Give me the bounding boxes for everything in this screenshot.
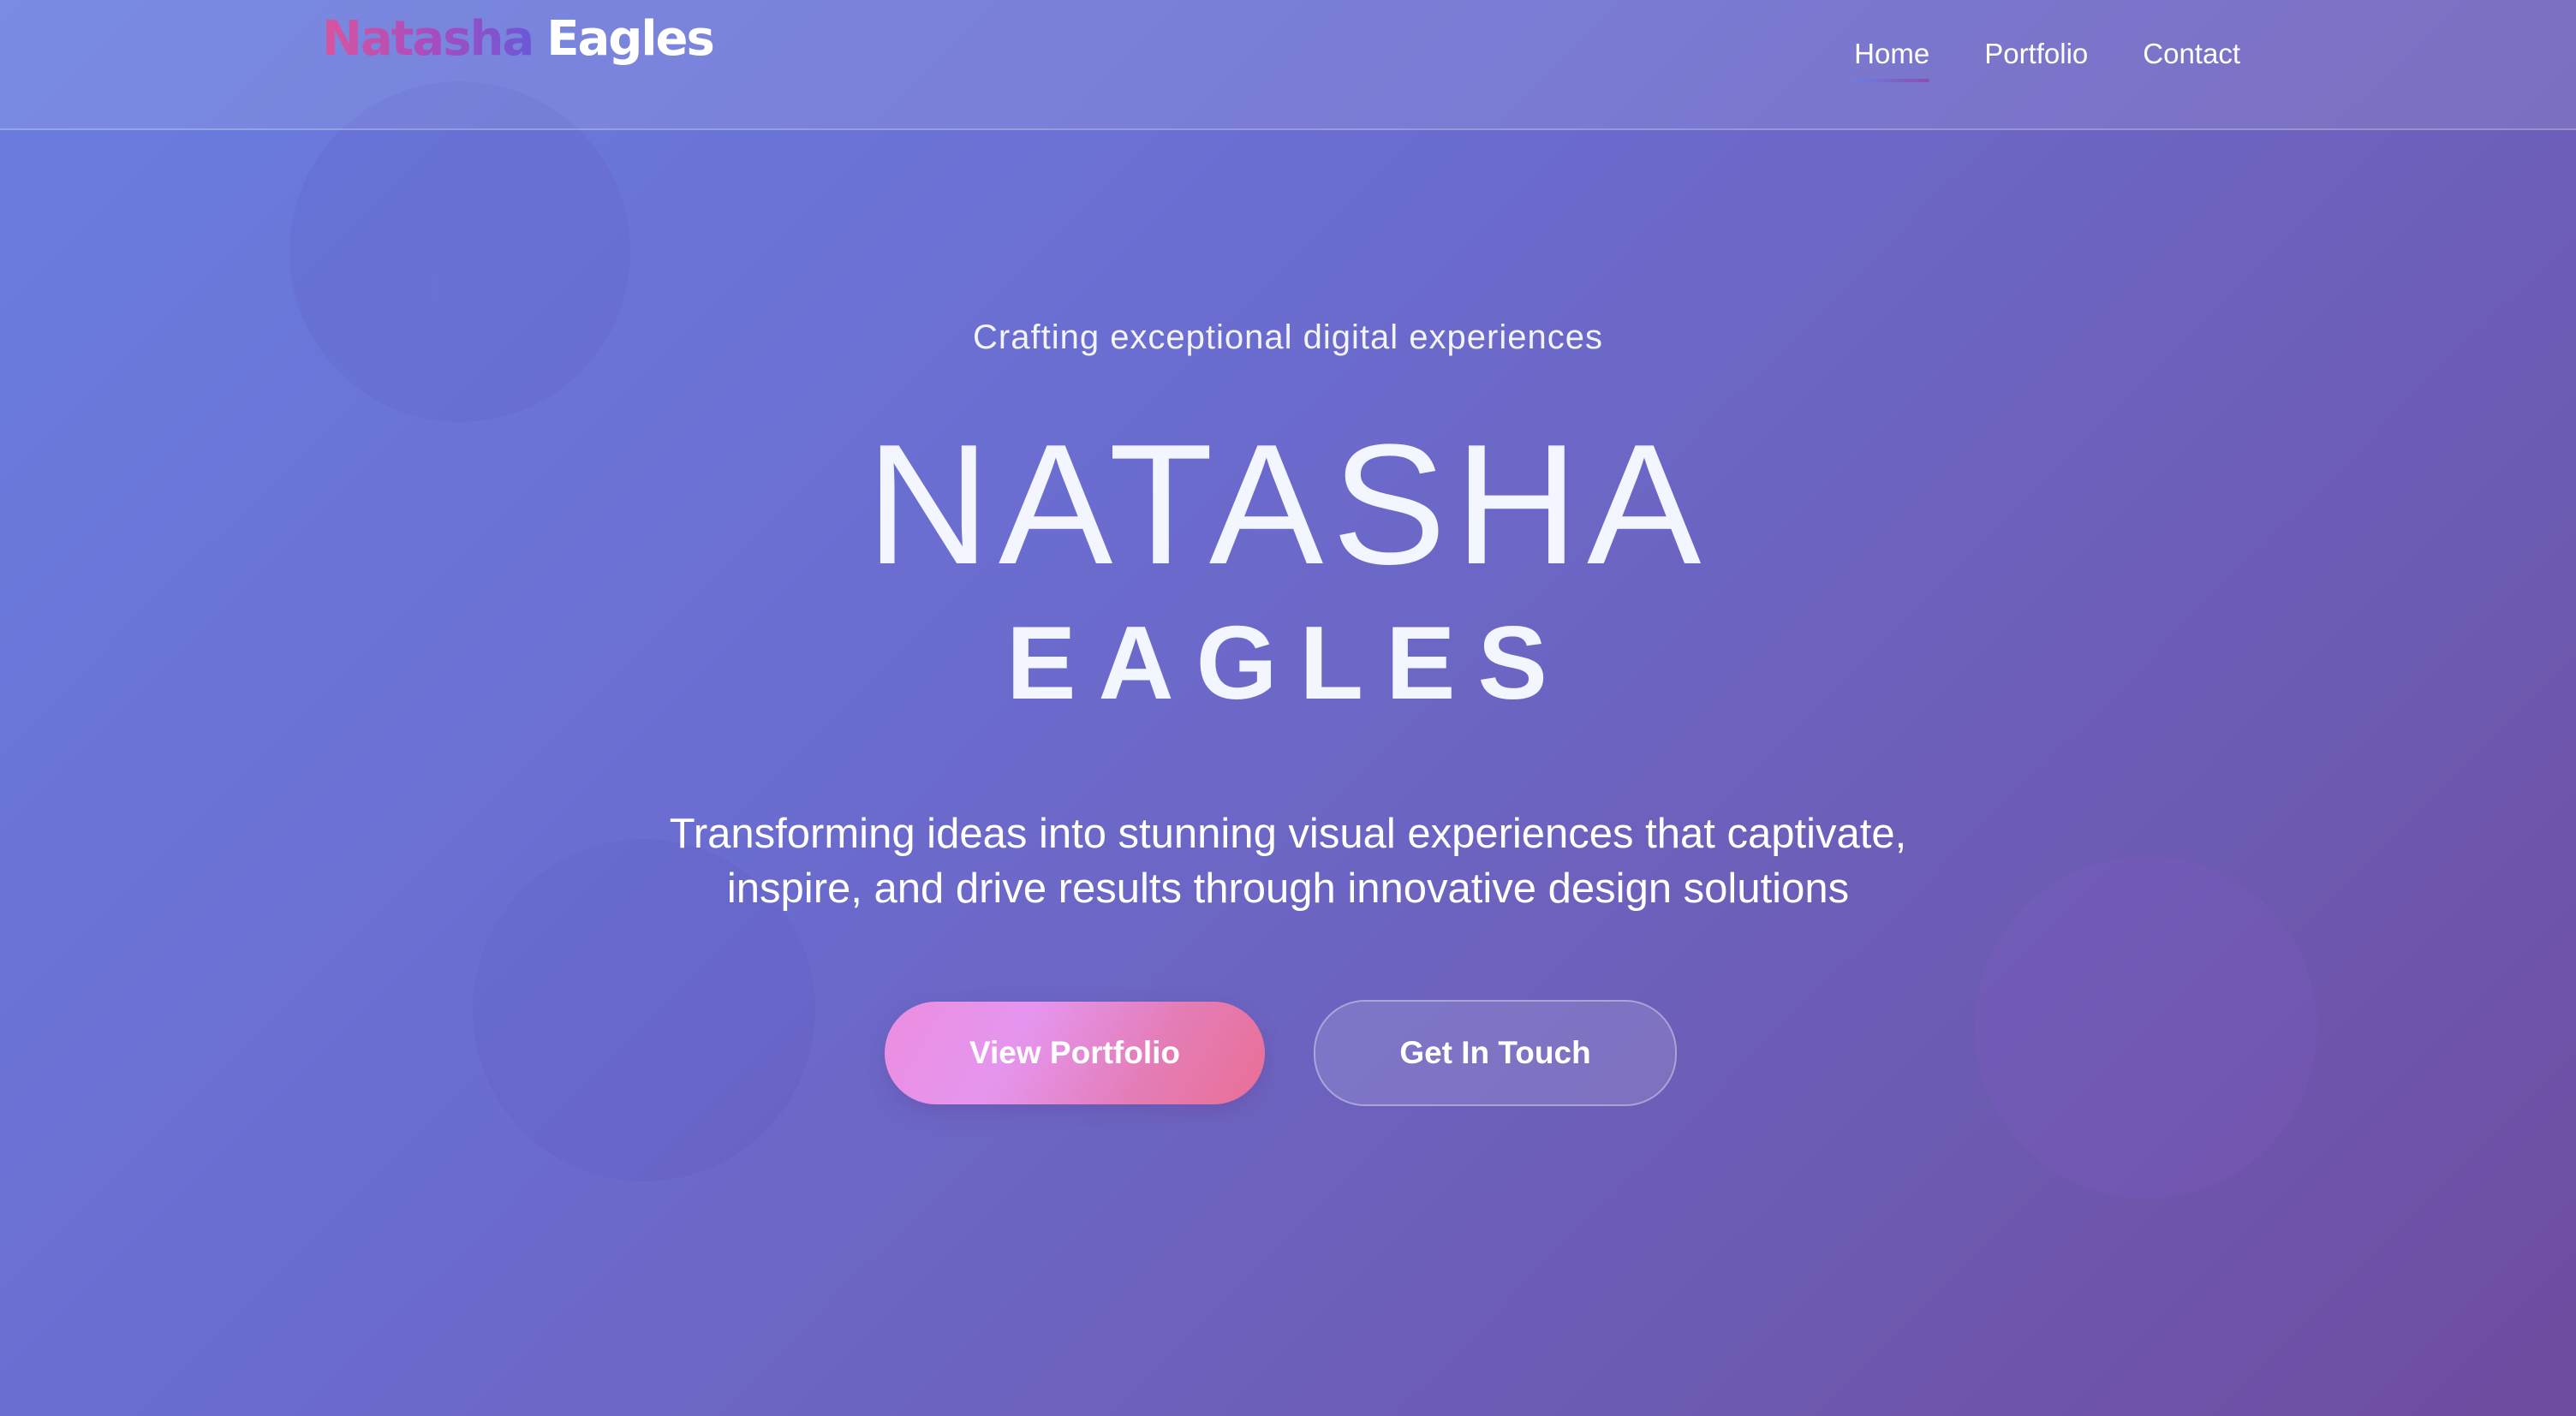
nav-link-portfolio[interactable]: Portfolio (1984, 34, 2088, 74)
hero-tagline: Crafting exceptional digital experiences (973, 318, 1603, 356)
get-in-touch-button[interactable]: Get In Touch (1314, 1000, 1677, 1106)
logo-first-name: Natasha (322, 11, 534, 67)
main-nav: Home Portfolio Contact (1854, 34, 2240, 82)
hero-description: Transforming ideas into stunning visual … (557, 806, 2019, 916)
view-portfolio-button[interactable]: View Portfolio (885, 1002, 1265, 1104)
nav-link-home[interactable]: Home (1854, 34, 1930, 82)
site-logo[interactable]: Natasha Eagles (322, 5, 715, 74)
hero-description-line-1: Transforming ideas into stunning visual … (669, 811, 1907, 857)
decorative-circle (289, 81, 630, 422)
decorative-circle (1975, 856, 2317, 1199)
hero-name-last: EAGLES (1006, 604, 1570, 721)
hero-description-line-2: inspire, and drive results through innov… (726, 866, 1850, 912)
nav-link-contact[interactable]: Contact (2143, 34, 2240, 74)
logo-last-name: Eagles (546, 11, 715, 67)
site-header: Natasha Eagles Home Portfolio Contact (0, 0, 2576, 130)
hero-name-first: NATASHA (866, 409, 1710, 600)
